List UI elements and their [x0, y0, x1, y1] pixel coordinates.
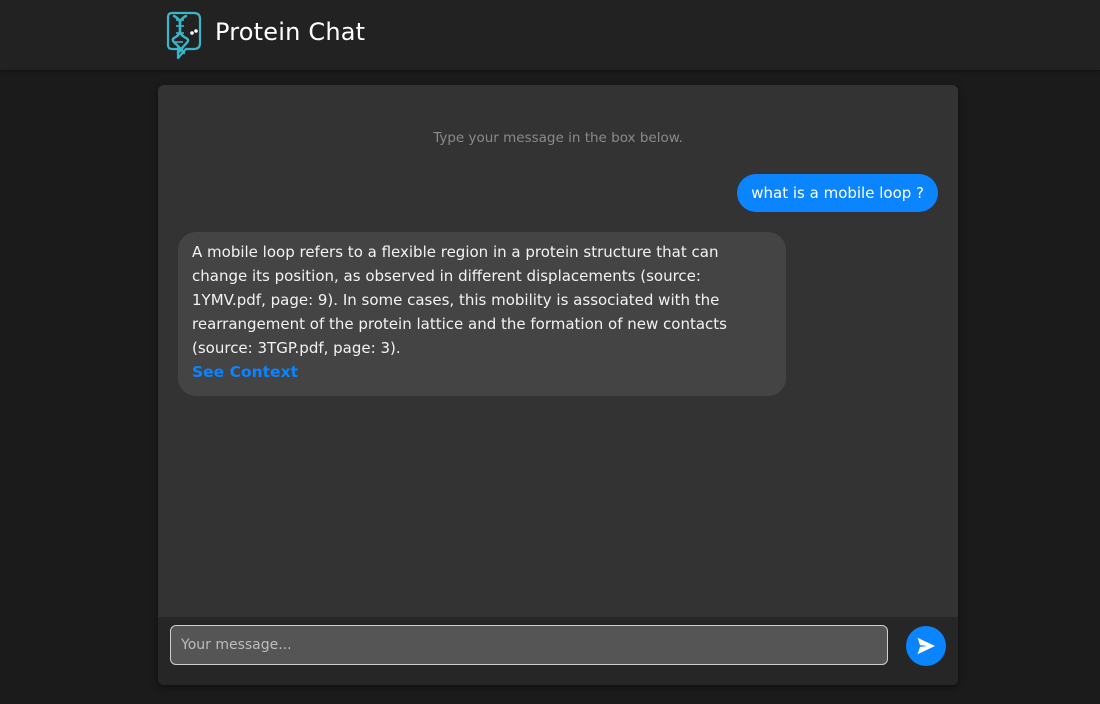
- app-title: Protein Chat: [215, 18, 366, 46]
- chat-panel: Type your message in the box below. what…: [158, 85, 958, 685]
- dna-chat-logo-icon: [164, 11, 206, 61]
- message-composer: [158, 617, 958, 685]
- assistant-message-text: A mobile loop refers to a flexible regio…: [192, 243, 727, 357]
- assistant-message-bubble: A mobile loop refers to a flexible regio…: [178, 232, 786, 396]
- message-input[interactable]: [170, 625, 888, 665]
- send-icon: [917, 637, 935, 655]
- see-context-link[interactable]: See Context: [192, 360, 298, 384]
- chat-hint: Type your message in the box below.: [433, 130, 683, 146]
- send-button[interactable]: [906, 626, 946, 666]
- user-message-bubble: what is a mobile loop ?: [737, 174, 938, 212]
- top-bar: Protein Chat: [0, 0, 1100, 70]
